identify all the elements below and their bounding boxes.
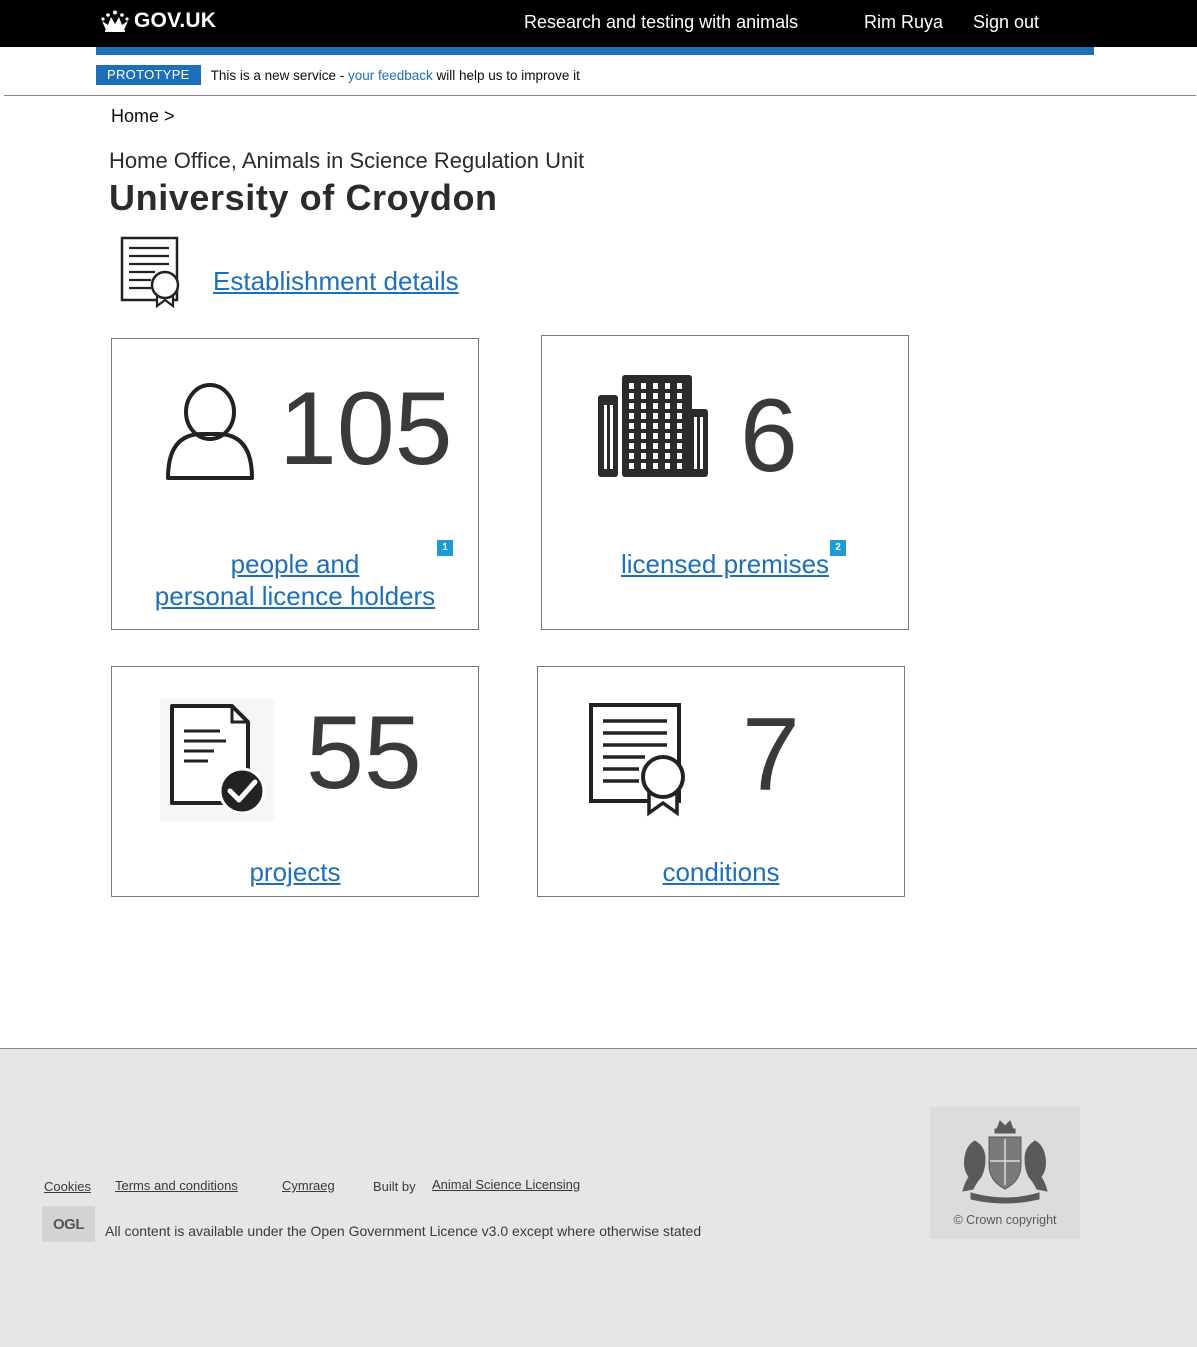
phase-banner: PROTOTYPE This is a new service - your f… [96,65,580,85]
conditions-link[interactable]: conditions [538,856,904,888]
site-footer: Cookies Terms and conditions Cymraeg Bui… [0,1048,1197,1347]
crown-copyright-box[interactable]: © Crown copyright [930,1107,1080,1239]
divider [4,95,1196,96]
licence-text-before: All content is available under the [105,1223,311,1239]
page-title: University of Croydon [109,177,498,218]
conditions-count: 7 [742,697,800,813]
premises-link[interactable]: licensed premises [542,548,908,580]
person-icon [166,383,254,480]
built-by-label: Built by [373,1179,416,1194]
ogl-logo: OGL [42,1206,95,1242]
phase-text-before: This is a new service - [210,67,348,83]
conditions-card: 7 conditions [537,666,905,897]
phase-tag: PROTOTYPE [96,65,201,85]
licence-text-after: except where otherwise stated [508,1223,702,1239]
phase-text: This is a new service - your feedback wi… [211,68,580,83]
premises-count: 6 [740,378,798,494]
projects-count: 55 [306,695,422,811]
projects-card: 55 projects [111,666,479,897]
breadcrumb-home[interactable]: Home > [111,106,175,127]
footer-link-cymraeg[interactable]: Cymraeg [282,1178,335,1193]
people-link-line1: people and [230,549,360,579]
service-name[interactable]: Research and testing with animals [524,12,798,33]
people-link[interactable]: people and personal licence holders [112,548,478,612]
crown-copyright-text: © Crown copyright [953,1213,1057,1227]
licence-link[interactable]: Open Government Licence v3.0 [310,1223,508,1239]
certificate-icon [589,703,685,817]
people-card: 105 1 people and personal licence holders [111,338,479,630]
footer-link-cookies[interactable]: Cookies [44,1179,91,1194]
footer-link-terms[interactable]: Terms and conditions [115,1178,238,1193]
building-icon [598,375,708,477]
header-accent-bar [96,47,1094,55]
page-caption: Home Office, Animals in Science Regulati… [109,148,585,173]
document-check-icon [170,704,266,815]
people-count: 105 [279,371,453,487]
people-link-line2: personal licence holders [154,581,436,611]
certificate-icon [120,236,180,309]
sign-out-link[interactable]: Sign out [973,12,1039,33]
royal-coat-of-arms-icon [962,1120,1048,1204]
ogl-logo-text: OGL [53,1215,85,1233]
crown-icon [101,10,129,32]
phase-text-after: will help us to improve it [432,67,580,83]
site-header: GOV.UK Research and testing with animals… [0,0,1197,47]
licence-text: All content is available under the Open … [105,1223,701,1239]
govuk-logo-text: GOV.UK [134,9,217,32]
establishment-details-link[interactable]: Establishment details [213,266,459,297]
projects-link[interactable]: projects [112,856,478,888]
premises-card: 6 2 licensed premises [541,335,909,630]
footer-link-built-by[interactable]: Animal Science Licensing [432,1177,580,1192]
user-name[interactable]: Rim Ruya [864,12,943,33]
govuk-logo-link[interactable]: GOV.UK [100,9,216,33]
feedback-link[interactable]: your feedback [348,68,433,83]
